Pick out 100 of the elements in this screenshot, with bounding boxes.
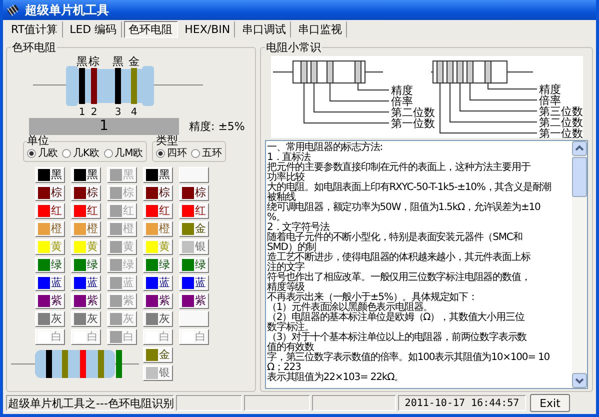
color-button[interactable]: 黑: [71, 167, 101, 183]
tab[interactable]: 色环电阻: [124, 21, 178, 38]
scroll-thumb[interactable]: [572, 157, 587, 197]
text-line: 随着电子元件的不断小型化，特别是表面安装元器件（SMC和: [267, 233, 524, 243]
chip-icon: [6, 3, 20, 17]
diagram-label: 第二位数: [390, 106, 434, 119]
band-number: 4: [130, 107, 138, 117]
group-title: 电阻小常识: [265, 40, 322, 55]
scroll-up-icon[interactable]: [572, 141, 587, 156]
blank-button[interactable]: [179, 167, 209, 183]
color-button[interactable]: 红: [35, 203, 65, 219]
text-line: %。: [267, 213, 286, 223]
color-button[interactable]: 棕: [71, 185, 101, 201]
text-line: 造工艺不断进步，使得电阻器的体积越来越小，其元件表面上标: [267, 253, 532, 263]
band-number: 2: [90, 107, 98, 117]
color-button[interactable]: 黑: [143, 167, 173, 183]
band-color-label: 黑: [112, 55, 124, 68]
text-line: 表示其阻值为22×103= 22kΩ。: [267, 373, 405, 383]
color-button[interactable]: 蓝: [71, 275, 101, 291]
color-button[interactable]: 红: [71, 203, 101, 219]
group-title: 类型: [156, 136, 178, 146]
radio-option[interactable]: 几欧: [27, 146, 58, 160]
text-line: Ω；223: [267, 363, 301, 373]
text-line: 值的有效数: [267, 343, 314, 353]
radio-option[interactable]: 几K欧: [62, 146, 100, 160]
color-button[interactable]: 银: [179, 239, 209, 255]
scroll-down-icon[interactable]: [572, 373, 587, 388]
text-line: 大的电阻。如电阻表面上印有RXYC-50-T-1k5-±10%，其含义是耐潮: [267, 183, 552, 193]
tab[interactable]: RT值计算: [6, 21, 63, 38]
text-line: 1．直标法: [267, 153, 311, 163]
tab[interactable]: HEX/BIN: [180, 21, 236, 38]
diagram-label: 精度: [390, 84, 412, 97]
status-pane: [176, 395, 242, 411]
color-button[interactable]: 金: [179, 221, 209, 237]
color-button[interactable]: 蓝: [179, 275, 209, 291]
text-line: 把元件的主要参数直接印制在元件的表面上，这种方法主要用于: [267, 163, 532, 173]
tab[interactable]: 串口调试: [237, 21, 292, 38]
color-button[interactable]: 棕: [143, 185, 173, 201]
diagram-label: 第三位数: [538, 105, 582, 118]
color-button[interactable]: 灰: [143, 311, 173, 327]
band-number: 3: [114, 107, 122, 117]
color-button[interactable]: 黑: [35, 167, 65, 183]
info-text-area[interactable]: [265, 140, 588, 389]
text-line: 一、常用电阻器的标志方法:: [267, 143, 384, 153]
diagram-label: 精度: [538, 83, 560, 96]
status-pane: [244, 395, 310, 411]
text-line: 精度等级: [267, 283, 305, 293]
color-button[interactable]: 灰: [35, 311, 65, 327]
band-color-label: 棕: [88, 55, 100, 68]
radio-option[interactable]: 五环: [191, 146, 222, 160]
color-button[interactable]: 紫: [179, 293, 209, 309]
text-line: SMD）的制: [267, 243, 316, 253]
diagram-label: 倍率: [390, 95, 412, 108]
diagram-label: 第二位数: [538, 116, 582, 129]
text-line: 字，第三位数字表示数值的倍率。如100表示其阻值为10×100= 10: [267, 353, 551, 363]
color-button[interactable]: 橙: [143, 221, 173, 237]
band-color-label: 金: [128, 55, 140, 68]
text-line: （2）电阻器的基本标注单位是欧姆（Ω），其数值大小用三位: [267, 313, 526, 323]
color-button[interactable]: 红: [179, 203, 209, 219]
window-title: 超级单片机工具: [25, 2, 109, 18]
exit-button[interactable]: Exit: [530, 394, 570, 412]
precision-label: 精度: ±5%: [189, 119, 245, 134]
text-line: 数字标注。: [267, 323, 314, 333]
text-line: 被釉线: [267, 193, 296, 203]
text-line: 不再表示出来（一般小于±5%）。具体规定如下：: [267, 293, 478, 303]
text-line: 注的文字: [267, 263, 305, 273]
color-button[interactable]: 绿: [71, 257, 101, 273]
color-button[interactable]: 橙: [35, 221, 65, 237]
color-button[interactable]: 棕: [35, 185, 65, 201]
color-button[interactable]: 绿: [35, 257, 65, 273]
status-datetime: 2011-10-17 16:44:57: [398, 395, 526, 411]
radio-option[interactable]: 几M欧: [104, 146, 144, 160]
color-button[interactable]: 绿: [143, 257, 173, 273]
text-line: 符号也作出了相应改革。一般仅用三位数字标注电阻器的数值，: [267, 273, 532, 283]
color-button[interactable]: 紫: [71, 293, 101, 309]
color-button[interactable]: 金: [143, 347, 173, 363]
color-button[interactable]: 橙: [71, 221, 101, 237]
resistance-display: 1: [29, 118, 179, 135]
text-line: （3）对于十个基本标注单位以上的电阻器，前两位数字表示数: [267, 333, 528, 343]
diagram-label: 倍率: [538, 94, 560, 107]
color-button[interactable]: 红: [143, 203, 173, 219]
color-button[interactable]: 蓝: [35, 275, 65, 291]
color-button[interactable]: 紫: [143, 293, 173, 309]
text-line: 功率比较: [267, 173, 306, 183]
scrollbar[interactable]: [572, 141, 587, 388]
tab[interactable]: 串口监视: [293, 21, 348, 38]
blank-button[interactable]: [179, 311, 209, 327]
color-button[interactable]: 蓝: [143, 275, 173, 291]
color-button[interactable]: 灰: [71, 311, 101, 327]
status-message: 超级单片机工具之---色环电阻识别: [6, 395, 174, 411]
color-button[interactable]: 棕: [179, 185, 209, 201]
radio-option[interactable]: 四环: [156, 146, 188, 160]
color-button[interactable]: 绿: [179, 257, 209, 273]
diagram-label: 第一位数: [390, 117, 434, 130]
text-line: （1）元件表面涂以黑颜色表示电阻器。: [267, 303, 434, 313]
band-color-label: 黑: [76, 55, 88, 68]
tab[interactable]: LED 编码: [64, 21, 122, 38]
color-button[interactable]: 银: [143, 365, 173, 381]
group-title: 单位: [27, 136, 49, 146]
color-button[interactable]: 紫: [35, 293, 65, 309]
